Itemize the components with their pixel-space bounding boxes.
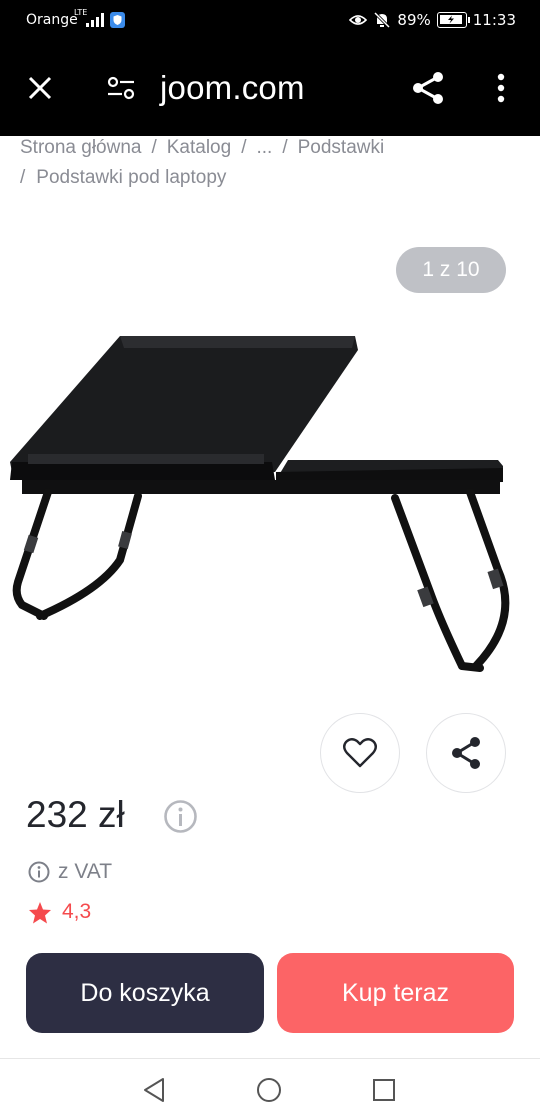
back-icon[interactable] <box>141 1076 167 1104</box>
breadcrumb-current[interactable]: Podstawki pod laptopy <box>36 167 226 188</box>
image-counter: 1 z 10 <box>396 247 506 293</box>
battery-percent: 89% <box>397 11 431 29</box>
system-nav-bar <box>0 1058 540 1120</box>
battery-icon <box>436 12 470 28</box>
product-image[interactable] <box>0 320 540 690</box>
browser-app-bar: joom.com <box>0 40 540 136</box>
product-price: 232 zł <box>26 794 125 835</box>
site-settings-icon[interactable] <box>106 74 136 102</box>
clock: 11:33 <box>472 11 516 29</box>
close-icon[interactable] <box>24 72 56 104</box>
vat-info: z VAT <box>28 860 112 884</box>
bell-muted-icon <box>374 12 391 28</box>
carrier-name: Orange <box>26 12 78 28</box>
security-shield-icon <box>110 12 125 28</box>
share-icon[interactable] <box>410 70 446 106</box>
breadcrumb: Strona główna / Katalog /... / Podstawki <box>20 131 520 165</box>
home-icon[interactable] <box>255 1076 283 1104</box>
info-icon[interactable] <box>28 861 50 883</box>
breadcrumb-stands[interactable]: Podstawki <box>298 137 385 158</box>
info-icon[interactable] <box>163 799 198 834</box>
product-share-button[interactable] <box>426 713 506 793</box>
breadcrumb-separator: / <box>282 137 288 158</box>
status-bar: Orange LTE 89% 11:33 <box>0 0 540 40</box>
breadcrumb-line-2: / Podstawki pod laptopy <box>20 164 226 192</box>
breadcrumb-home[interactable]: Strona główna <box>20 137 141 158</box>
vat-label: z VAT <box>58 860 113 883</box>
share-icon <box>452 737 480 769</box>
favorite-button[interactable] <box>320 713 400 793</box>
eye-comfort-icon <box>349 15 368 25</box>
more-vert-icon[interactable] <box>488 72 514 104</box>
star-icon <box>29 901 51 923</box>
breadcrumb-separator: / <box>20 167 26 188</box>
breadcrumb-catalog[interactable]: Katalog <box>167 137 231 158</box>
breadcrumb-separator: / <box>241 137 247 158</box>
rating-value: 4,3 <box>62 900 92 923</box>
add-to-cart-button[interactable]: Do koszyka <box>26 953 264 1033</box>
page-url[interactable]: joom.com <box>160 69 305 107</box>
breadcrumb-ellipsis[interactable]: ... <box>256 137 272 158</box>
status-right-group: 89% 11:33 <box>349 11 516 29</box>
product-rating[interactable]: 4,3 <box>28 900 91 924</box>
heart-icon <box>343 738 377 768</box>
buy-now-button[interactable]: Kup teraz <box>277 953 514 1033</box>
breadcrumb-separator: / <box>151 137 157 158</box>
signal-icon <box>86 13 104 27</box>
recent-apps-icon[interactable] <box>372 1078 396 1102</box>
